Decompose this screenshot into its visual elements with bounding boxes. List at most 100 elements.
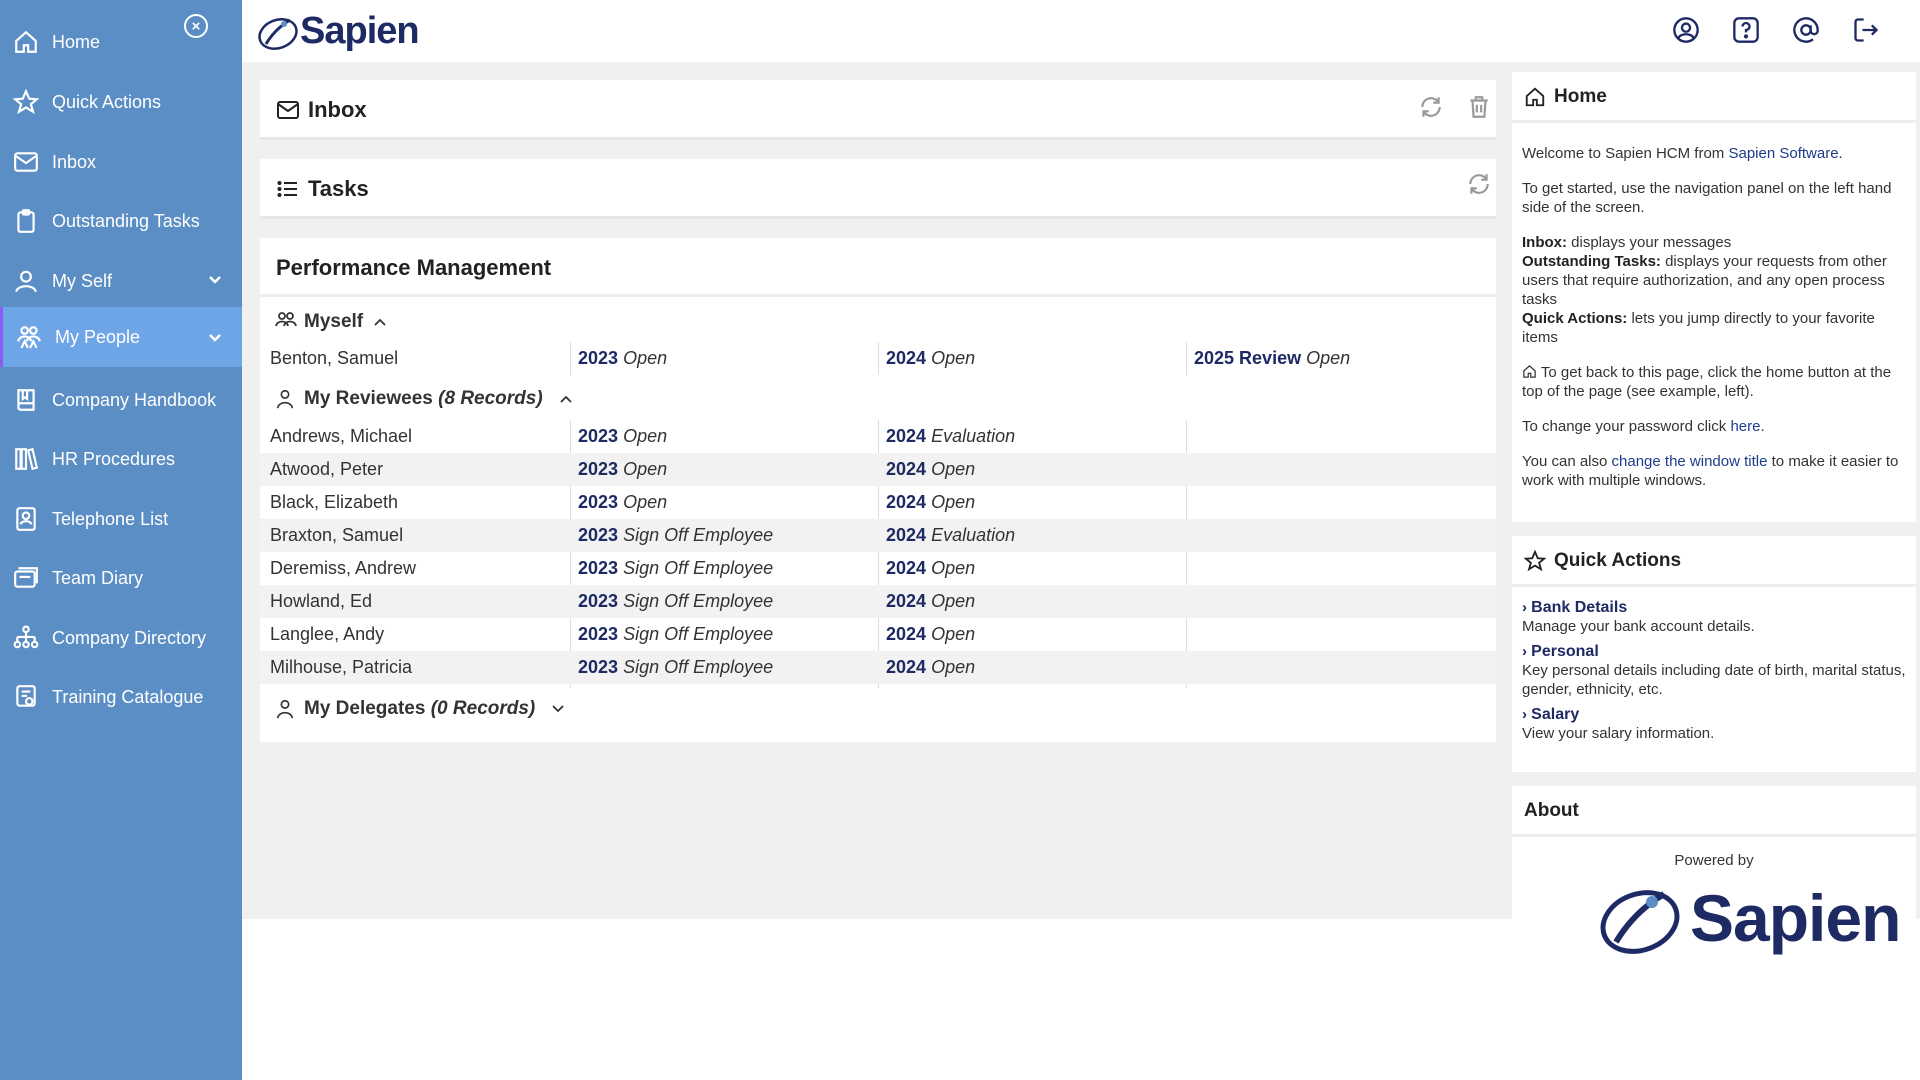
chevron-down-icon	[208, 271, 222, 292]
quick-actions-title: Quick Actions	[1554, 550, 1682, 571]
contact-card-icon	[12, 505, 40, 533]
welcome-text: Welcome to Sapien HCM from Sapien Softwa…	[1522, 145, 1843, 162]
sidebar-item-quick-actions[interactable]: Quick Actions	[0, 74, 242, 130]
review-2024-link[interactable]: 2024 Open	[886, 657, 975, 678]
review-2024-link[interactable]: 2024 Evaluation	[886, 525, 1015, 546]
sidebar-item-outstanding-tasks[interactable]: Outstanding Tasks	[0, 193, 242, 249]
review-2023-link[interactable]: 2023 Open	[578, 348, 667, 369]
employee-name: Benton, Samuel	[270, 348, 399, 368]
qa-link[interactable]: Bank Details	[1531, 599, 1627, 616]
qa-link[interactable]: Personal	[1531, 643, 1599, 660]
review-2024-link[interactable]: 2024 Open	[886, 459, 975, 480]
delegates-count: (0 Records)	[430, 698, 536, 719]
people-icon	[275, 312, 297, 327]
review-2023-link[interactable]: 2023 Open	[578, 459, 667, 480]
star-icon	[1524, 550, 1546, 572]
home-info-card: Home Welcome to Sapien HCM from Sapien S…	[1512, 72, 1916, 522]
sapien-software-link[interactable]: Sapien Software	[1728, 145, 1838, 162]
qa-item-salary[interactable]: › Salary	[1522, 705, 1910, 724]
table-row: Milhouse, Patricia 2023 Sign Off Employe…	[260, 651, 1496, 684]
divider	[1512, 120, 1916, 123]
sapien-logo-large: Sapien	[1590, 878, 1901, 958]
qa-desc: View your salary information.	[1522, 725, 1715, 742]
myself-section-toggle[interactable]: Myself	[274, 310, 387, 334]
powered-by-text: Powered by	[1674, 852, 1754, 869]
qa-item-bank-details[interactable]: › Bank Details	[1522, 598, 1910, 617]
sidebar-item-company-directory[interactable]: Company Directory	[0, 610, 242, 666]
review-2024-link[interactable]: 2024 Evaluation	[886, 426, 1015, 447]
inbox-title: Inbox	[308, 97, 367, 122]
sidebar-item-team-diary[interactable]: Team Diary	[0, 550, 242, 606]
getting-started-text: To get started, use the navigation panel…	[1522, 180, 1892, 216]
person-icon	[276, 389, 294, 409]
review-2023-link[interactable]: 2023 Sign Off Employee	[578, 525, 773, 546]
review-2024-link[interactable]: 2024 Open	[886, 558, 975, 579]
sapien-logo[interactable]: Sapien	[256, 10, 420, 53]
home-icon	[12, 28, 40, 56]
reviewees-section-toggle[interactable]: My Reviewees (8 Records)	[274, 388, 573, 410]
sidebar-item-label: Home	[52, 31, 101, 52]
reviewees-label: My Reviewees	[304, 388, 433, 409]
people-icon	[15, 323, 43, 351]
chevron-right-icon: ›	[1522, 599, 1527, 616]
review-2024-link[interactable]: 2024 Open	[886, 624, 975, 645]
review-2023-link[interactable]: 2023 Sign Off Employee	[578, 591, 773, 612]
password-text: To change your password click here.	[1522, 418, 1765, 435]
review-2024-link[interactable]: 2024 Open	[886, 492, 975, 513]
review-2023-link[interactable]: 2023 Sign Off Employee	[578, 558, 773, 579]
person-icon	[276, 699, 294, 719]
home-icon	[1525, 87, 1545, 107]
top-header: Sapien	[242, 0, 1920, 62]
change-password-link[interactable]: here	[1730, 418, 1760, 435]
review-2023-link[interactable]: 2023 Sign Off Employee	[578, 657, 773, 678]
performance-management-card: Performance Management Myself Benton, Sa…	[260, 238, 1496, 742]
sidebar-item-my-people[interactable]: My People	[0, 307, 242, 367]
qa-item-personal[interactable]: › Personal	[1522, 642, 1910, 661]
inbox-refresh-icon[interactable]	[1418, 94, 1444, 125]
employee-name: Atwood, Peter	[270, 459, 384, 479]
window-title-text: You can also change the window title to …	[1522, 453, 1899, 489]
book-icon	[12, 386, 40, 414]
tasks-card: Tasks	[260, 159, 1496, 219]
sidebar-item-inbox[interactable]: Inbox	[0, 134, 242, 190]
user-circle-icon[interactable]	[1672, 16, 1700, 44]
diary-icon	[12, 564, 40, 592]
table-row: Black, Elizabeth 2023 Open 2024 Open	[260, 486, 1496, 519]
qa-link[interactable]: Salary	[1531, 706, 1579, 723]
sidebar-item-training-catalogue[interactable]: Training Catalogue	[0, 669, 242, 725]
chevron-up-icon	[560, 395, 572, 403]
employee-name: Langlee, Andy	[270, 624, 385, 644]
employee-name: Deremiss, Andrew	[270, 558, 417, 578]
help-icon[interactable]	[1732, 16, 1760, 44]
trash-icon[interactable]	[1466, 94, 1492, 125]
review-2024-link[interactable]: 2024 Open	[886, 348, 975, 369]
sidebar-item-label: Outstanding Tasks	[52, 210, 200, 231]
table-row: Atwood, Peter 2023 Open 2024 Open	[260, 453, 1496, 486]
sidebar-item-my-self[interactable]: My Self	[0, 253, 242, 309]
change-window-title-link[interactable]: change the window title	[1612, 453, 1768, 470]
logout-icon[interactable]	[1852, 16, 1880, 44]
sidebar: × Home Quick Actions Inbox Outstanding T…	[0, 0, 242, 1080]
review-2025-link[interactable]: 2025 Review Open	[1194, 348, 1350, 369]
sidebar-item-home[interactable]: Home	[0, 14, 242, 70]
home-info-title: Home	[1554, 86, 1607, 107]
logo-text: Sapien	[1690, 881, 1901, 955]
tasks-info: Outstanding Tasks: displays your request…	[1522, 253, 1887, 308]
sidebar-item-company-handbook[interactable]: Company Handbook	[0, 372, 242, 428]
inbox-card: Inbox	[260, 80, 1496, 140]
review-2023-link[interactable]: 2023 Open	[578, 492, 667, 513]
delegates-section-toggle[interactable]: My Delegates (0 Records)	[274, 698, 565, 720]
review-2023-link[interactable]: 2023 Sign Off Employee	[578, 624, 773, 645]
tasks-refresh-icon[interactable]	[1466, 171, 1492, 202]
table-row: Andrews, Michael 2023 Open 2024 Evaluati…	[260, 420, 1496, 453]
sidebar-item-telephone-list[interactable]: Telephone List	[0, 491, 242, 547]
person-icon	[12, 267, 40, 295]
review-2024-link[interactable]: 2024 Open	[886, 591, 975, 612]
qa-desc: Key personal details including date of b…	[1522, 662, 1906, 698]
sidebar-item-hr-procedures[interactable]: HR Procedures	[0, 431, 242, 487]
reviewees-count: (8 Records)	[438, 388, 543, 409]
sidebar-item-label: HR Procedures	[52, 448, 176, 469]
certificate-icon	[12, 683, 40, 711]
at-icon[interactable]	[1792, 16, 1820, 44]
review-2023-link[interactable]: 2023 Open	[578, 426, 667, 447]
